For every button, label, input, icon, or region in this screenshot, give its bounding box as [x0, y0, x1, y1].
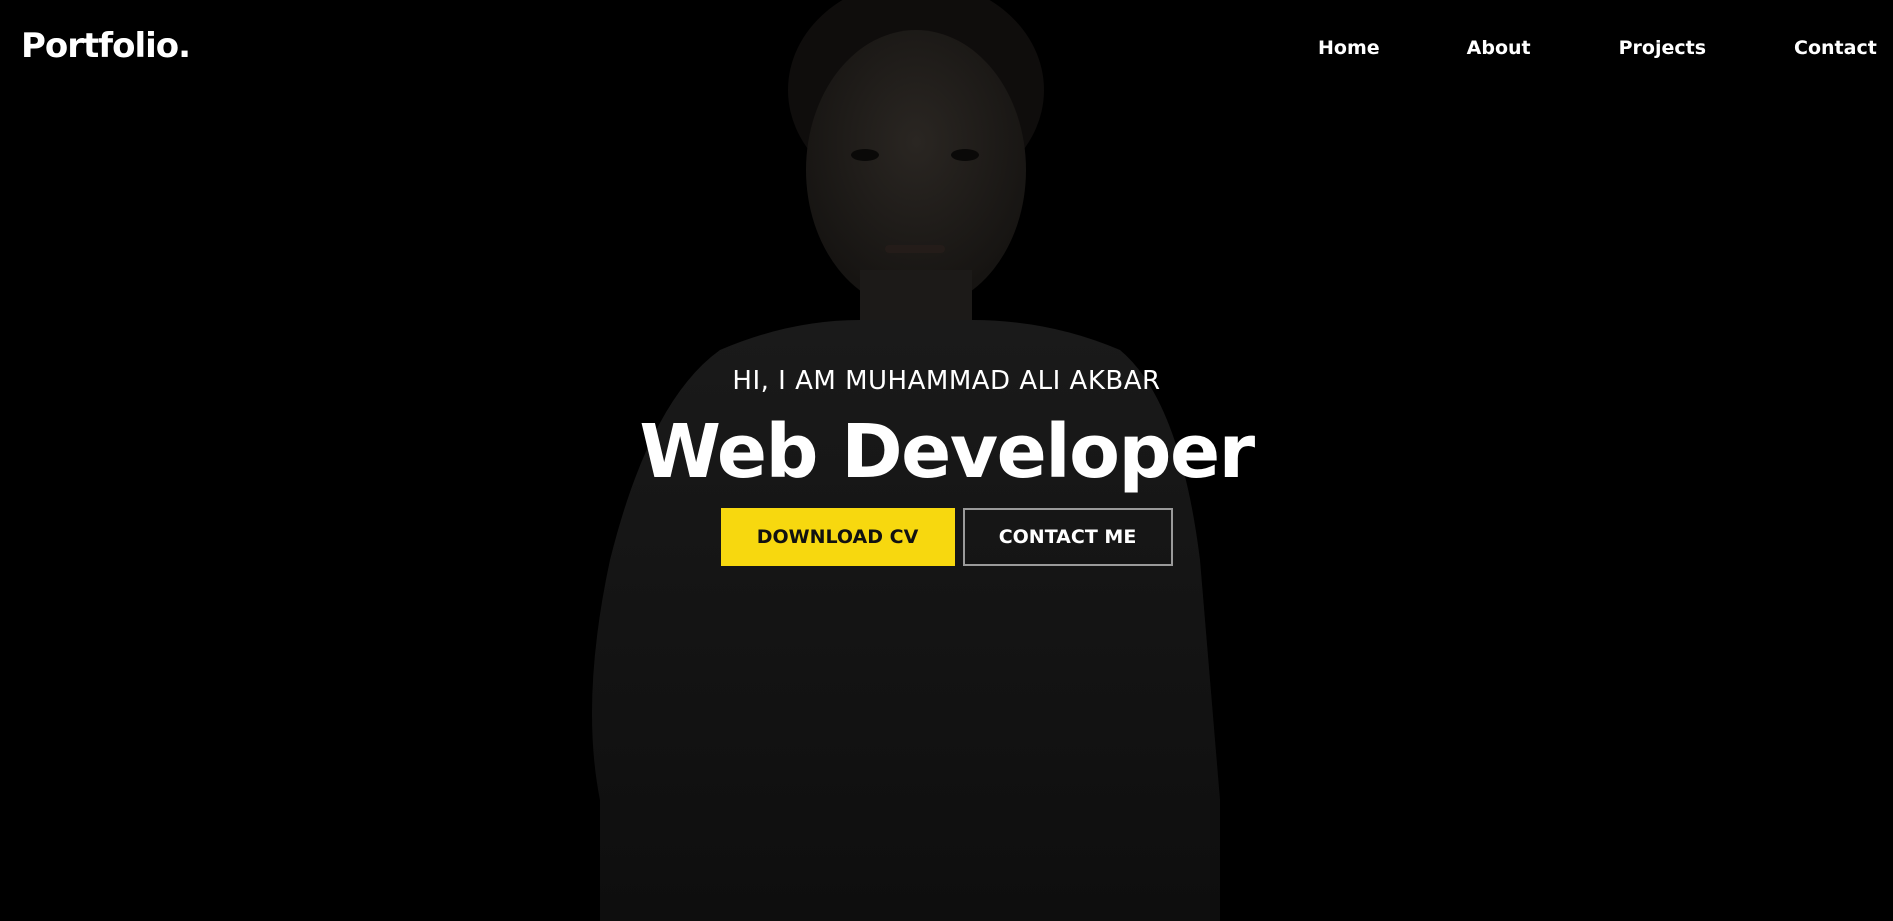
- hero-buttons: DOWNLOAD CV CONTACT ME: [0, 508, 1893, 566]
- hero-title: Web Developer: [639, 409, 1255, 495]
- nav-link-home[interactable]: Home: [1318, 37, 1380, 59]
- hero-greeting: HI, I AM MUHAMMAD ALI AKBAR: [732, 366, 1161, 396]
- nav-link-about[interactable]: About: [1467, 37, 1531, 59]
- download-cv-button[interactable]: DOWNLOAD CV: [720, 508, 955, 566]
- contact-me-button[interactable]: CONTACT ME: [962, 508, 1173, 566]
- top-navbar: Portfolio. Home About Projects Contact: [0, 0, 1893, 98]
- nav-link-projects[interactable]: Projects: [1619, 37, 1706, 59]
- nav-links: Home About Projects Contact: [1318, 37, 1877, 59]
- nav-link-contact[interactable]: Contact: [1794, 37, 1877, 59]
- hero-section: Portfolio. Home About Projects Contact H…: [0, 0, 1893, 921]
- hero-content: HI, I AM MUHAMMAD ALI AKBAR Web Develope…: [0, 364, 1893, 566]
- site-logo[interactable]: Portfolio.: [21, 26, 191, 66]
